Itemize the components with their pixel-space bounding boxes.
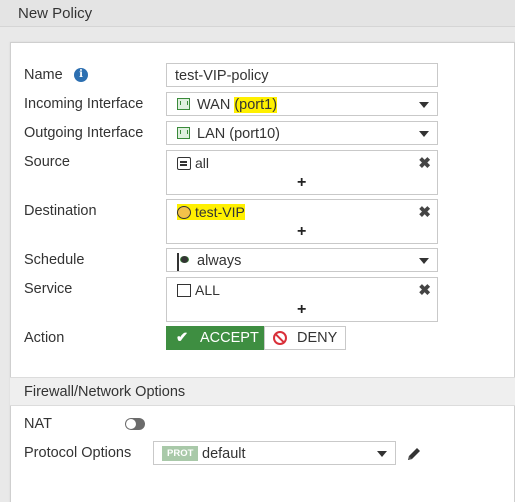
service-multiselect[interactable]: ALL ✖ + [166, 277, 438, 322]
chevron-down-icon [377, 451, 387, 457]
interface-icon [177, 127, 190, 139]
incoming-interface-label: Incoming Interface [24, 96, 144, 112]
check-icon: ✔ [176, 330, 189, 346]
incoming-interface-select[interactable]: WAN (port1) [166, 92, 438, 116]
protocol-options-value: default [202, 446, 246, 462]
deny-button[interactable]: DENY [264, 326, 346, 350]
interface-icon [177, 98, 190, 110]
protocol-badge: PROT [162, 446, 199, 461]
close-icon[interactable]: ✖ [418, 203, 431, 221]
service-icon [177, 284, 191, 297]
chevron-down-icon [419, 131, 429, 137]
source-add-button[interactable]: + [297, 174, 306, 192]
destination-value: test-VIP [195, 204, 245, 220]
accept-button[interactable]: ✔ ACCEPT [166, 326, 264, 350]
name-value: test-VIP-policy [175, 68, 269, 84]
chevron-down-icon [419, 258, 429, 264]
source-multiselect[interactable]: all ✖ + [166, 150, 438, 195]
nat-toggle[interactable] [125, 418, 145, 430]
protocol-options-select[interactable]: PROT default [153, 441, 396, 465]
destination-multiselect[interactable]: test-VIP ✖ + [166, 199, 438, 244]
service-value: ALL [195, 282, 220, 298]
incoming-interface-name: WAN [197, 97, 235, 113]
service-label: Service [24, 281, 73, 297]
service-entry: ALL [177, 282, 220, 298]
schedule-label: Schedule [24, 252, 85, 268]
chevron-down-icon [419, 102, 429, 108]
title-bar: New Policy [0, 0, 515, 27]
name-input[interactable]: test-VIP-policy [166, 63, 438, 87]
deny-label: DENY [297, 330, 338, 346]
source-label: Source [24, 154, 70, 170]
window-title: New Policy [18, 5, 93, 22]
firewall-options-heading: Firewall/Network Options [24, 384, 186, 400]
schedule-value: always [197, 253, 242, 269]
vip-icon [177, 206, 191, 219]
pencil-icon[interactable] [406, 446, 422, 462]
info-icon[interactable]: i [74, 68, 88, 82]
outgoing-interface-value: LAN (port10) [197, 126, 281, 142]
accept-label: ACCEPT [200, 330, 259, 346]
address-icon [177, 157, 191, 170]
name-label: Name [24, 67, 63, 83]
outgoing-interface-label: Outgoing Interface [24, 125, 144, 141]
schedule-select[interactable]: always [166, 248, 438, 272]
destination-label: Destination [24, 203, 97, 219]
destination-entry: test-VIP [177, 204, 245, 220]
destination-add-button[interactable]: + [297, 223, 306, 241]
close-icon[interactable]: ✖ [418, 154, 431, 172]
action-label: Action [24, 330, 65, 346]
outgoing-interface-select[interactable]: LAN (port10) [166, 121, 438, 145]
source-entry: all [177, 155, 209, 171]
incoming-port-highlight: (port1) [234, 97, 278, 113]
close-icon[interactable]: ✖ [418, 281, 431, 299]
firewall-options-header: Firewall/Network Options [10, 377, 515, 406]
schedule-icon [177, 253, 179, 271]
service-add-button[interactable]: + [297, 301, 306, 319]
nat-label: NAT [24, 416, 52, 432]
source-value: all [195, 155, 210, 171]
block-icon [273, 331, 287, 345]
protocol-options-label: Protocol Options [24, 445, 132, 461]
